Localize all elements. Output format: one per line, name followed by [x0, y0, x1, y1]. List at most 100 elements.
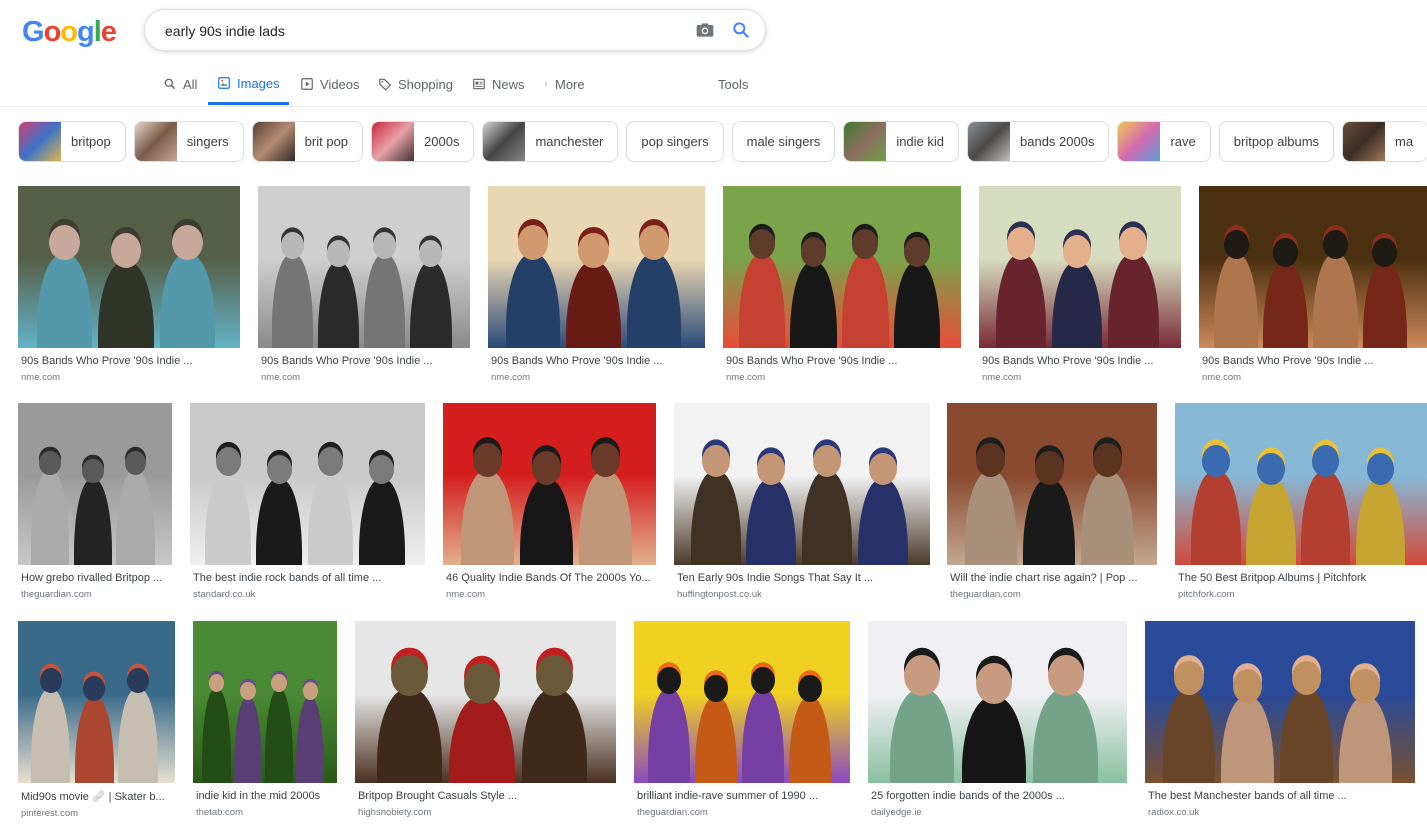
result-caption[interactable]: The 50 Best Britpop Albums | Pitchfork: [1175, 572, 1427, 584]
figure-shape: [364, 254, 406, 348]
result-caption[interactable]: brilliant indie-rave summer of 1990 ...: [634, 790, 850, 802]
image-result[interactable]: indie kid in the mid 2000s thetab.com: [193, 621, 337, 818]
tab-videos[interactable]: Videos: [300, 64, 360, 104]
result-thumbnail[interactable]: [979, 186, 1181, 348]
search-icon[interactable]: [731, 20, 751, 40]
result-caption[interactable]: 46 Quality Indie Bands Of The 2000s Yo..…: [443, 572, 656, 584]
image-result[interactable]: Ten Early 90s Indie Songs That Say It ..…: [674, 403, 930, 600]
result-caption[interactable]: The best Manchester bands of all time ..…: [1145, 790, 1415, 802]
result-source: nme.com: [491, 372, 531, 383]
tab-shopping[interactable]: Shopping: [378, 64, 453, 104]
result-thumbnail[interactable]: [723, 186, 961, 348]
result-caption[interactable]: 90s Bands Who Prove '90s Indie ...: [979, 355, 1181, 367]
figure-shape: [579, 471, 633, 565]
head-shape: [638, 225, 669, 261]
result-thumbnail[interactable]: [355, 621, 616, 783]
chip-label: brit pop: [304, 134, 349, 149]
chip-bands-2000s[interactable]: bands 2000s: [967, 121, 1110, 162]
chip-manchester[interactable]: manchester: [482, 121, 619, 162]
result-caption[interactable]: Mid90s movie 🩹 | Skater b...: [18, 790, 175, 803]
tab-news[interactable]: News: [472, 64, 525, 104]
image-result[interactable]: 90s Bands Who Prove '90s Indie ... nme.co…: [1199, 186, 1427, 383]
image-result[interactable]: 90s Bands Who Prove '90s Indie ... nme.co…: [18, 186, 240, 383]
image-result[interactable]: 25 forgotten indie bands of the 2000s ..…: [868, 621, 1127, 818]
chip-indie-kid[interactable]: indie kid: [843, 121, 960, 162]
image-result[interactable]: 90s Bands Who Prove '90s Indie ... nme.co…: [979, 186, 1181, 383]
result-caption[interactable]: 90s Bands Who Prove '90s Indie ...: [1199, 355, 1427, 367]
tab-images[interactable]: Images: [208, 64, 289, 105]
result-caption[interactable]: Britpop Brought Casuals Style ...: [355, 790, 616, 802]
result-caption[interactable]: Ten Early 90s Indie Songs That Say It ..…: [674, 572, 930, 584]
tab-all[interactable]: All: [163, 64, 197, 104]
result-thumbnail[interactable]: [634, 621, 850, 783]
result-caption[interactable]: Will the indie chart rise again? | Pop .…: [947, 572, 1157, 584]
result-thumbnail[interactable]: [18, 621, 175, 783]
image-result[interactable]: 46 Quality Indie Bands Of The 2000s Yo..…: [443, 403, 656, 600]
image-result[interactable]: 90s Bands Who Prove '90s Indie ... nme.co…: [723, 186, 961, 383]
result-caption[interactable]: 90s Bands Who Prove '90s Indie ...: [258, 355, 470, 367]
figure-shape: [118, 689, 158, 783]
result-thumbnail[interactable]: [868, 621, 1127, 783]
camera-icon[interactable]: [695, 20, 715, 40]
head-shape: [215, 446, 242, 477]
image-result[interactable]: Mid90s movie 🩹 | Skater b... pinterest.co…: [18, 621, 175, 819]
result-thumbnail[interactable]: [193, 621, 337, 783]
chip-singers[interactable]: singers: [133, 121, 244, 162]
result-thumbnail[interactable]: [258, 186, 470, 348]
image-result[interactable]: 90s Bands Who Prove '90s Indie ... nme.co…: [488, 186, 705, 383]
head-shape: [239, 682, 256, 701]
result-thumbnail[interactable]: [674, 403, 930, 565]
tab-label: Tools: [718, 76, 749, 92]
chip-britpop-albums[interactable]: britpop albums: [1218, 121, 1335, 162]
result-thumbnail[interactable]: [18, 186, 240, 348]
head-shape: [1322, 230, 1348, 259]
image-result[interactable]: Britpop Brought Casuals Style ... highsno…: [355, 621, 616, 818]
result-thumbnail[interactable]: [1175, 403, 1427, 565]
chip-pop-singers[interactable]: pop singers: [626, 121, 724, 162]
image-result[interactable]: The 50 Best Britpop Albums | Pitchfork pi…: [1175, 403, 1427, 600]
result-thumbnail[interactable]: [1145, 621, 1415, 783]
image-result[interactable]: How grebo rivalled Britpop ... theguardia…: [18, 403, 172, 600]
chip-britpop[interactable]: britpop: [18, 121, 126, 162]
google-logo[interactable]: Google: [22, 16, 117, 49]
chip-rave[interactable]: rave: [1117, 121, 1211, 162]
image-result[interactable]: Will the indie chart rise again? | Pop .…: [947, 403, 1157, 600]
result-thumbnail[interactable]: [18, 403, 172, 565]
figure-shape: [742, 689, 785, 783]
chip-male-singers[interactable]: male singers: [731, 121, 836, 162]
figure-shape: [460, 471, 514, 565]
result-caption[interactable]: 25 forgotten indie bands of the 2000s ..…: [868, 790, 1127, 802]
result-source: radiox.co.uk: [1148, 807, 1200, 818]
result-thumbnail[interactable]: [443, 403, 656, 565]
figure-shape: [1301, 471, 1351, 565]
image-result[interactable]: The best indie rock bands of all time ..…: [190, 403, 425, 600]
result-caption[interactable]: 90s Bands Who Prove '90s Indie ...: [488, 355, 705, 367]
search-input[interactable]: [163, 22, 667, 40]
result-source: pinterest.com: [21, 808, 79, 819]
result-caption[interactable]: The best indie rock bands of all time ..…: [190, 572, 425, 584]
result-caption[interactable]: 90s Bands Who Prove '90s Indie ...: [723, 355, 961, 367]
result-source: dailyedge.ie: [871, 807, 922, 818]
image-result[interactable]: brilliant indie-rave summer of 1990 ... t…: [634, 621, 850, 818]
search-box[interactable]: [144, 9, 766, 51]
result-thumbnail[interactable]: [947, 403, 1157, 565]
figure-shape: [690, 471, 741, 565]
result-caption[interactable]: indie kid in the mid 2000s: [193, 790, 337, 802]
head-shape: [39, 450, 61, 476]
tab-more[interactable]: More: [543, 64, 585, 104]
result-thumbnail[interactable]: [1199, 186, 1427, 348]
chip-thumbnail: [252, 122, 295, 161]
image-result[interactable]: The best Manchester bands of all time ..…: [1145, 621, 1415, 818]
chip-brit-pop[interactable]: brit pop: [251, 121, 364, 162]
image-result[interactable]: 90s Bands Who Prove '90s Indie ... nme.co…: [258, 186, 470, 383]
result-caption[interactable]: 90s Bands Who Prove '90s Indie ...: [18, 355, 240, 367]
result-thumbnail[interactable]: [190, 403, 425, 565]
chip-ma[interactable]: ma: [1342, 121, 1427, 162]
tab-tools[interactable]: Tools: [718, 64, 748, 104]
head-shape: [271, 674, 287, 693]
chip-2000s[interactable]: 2000s: [371, 121, 475, 162]
result-caption[interactable]: How grebo rivalled Britpop ...: [18, 572, 172, 584]
result-thumbnail[interactable]: [488, 186, 705, 348]
figure-shape: [233, 697, 262, 783]
head-shape: [1291, 661, 1322, 695]
